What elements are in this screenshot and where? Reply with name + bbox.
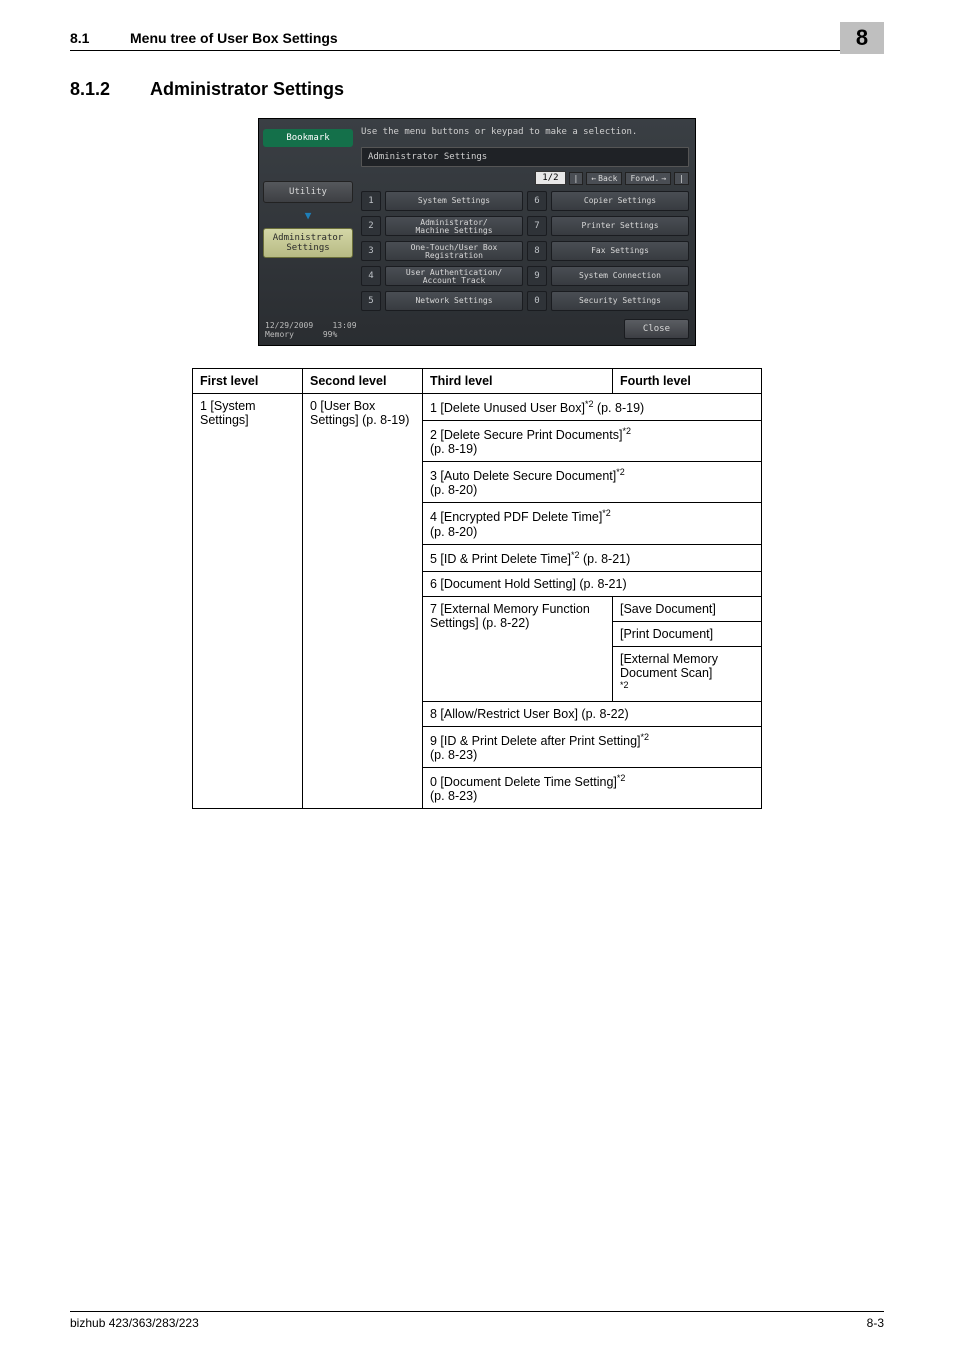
user-auth-account-track-button[interactable]: User Authentication/Account Track: [385, 266, 523, 286]
header-section-title: Menu tree of User Box Settings: [130, 30, 884, 46]
page-indicator: 1/2: [535, 171, 565, 185]
status-area: 12/29/2009 13:09 Memory 99%: [265, 321, 357, 339]
section-title: Administrator Settings: [150, 79, 344, 100]
hint-text: Use the menu buttons or keypad to make a…: [361, 125, 689, 137]
admin-tab-line1: Administrator: [273, 233, 343, 243]
utility-tab[interactable]: Utility: [263, 181, 353, 203]
system-connection-button[interactable]: System Connection: [551, 266, 689, 286]
printer-settings-button[interactable]: Printer Settings: [551, 216, 689, 236]
option-num-7: 7: [527, 216, 547, 236]
admin-tab-line2: Settings: [286, 243, 329, 253]
right-arrow-icon: →: [661, 174, 666, 183]
bar-icon: |: [574, 174, 579, 183]
footer-page-num: 8-3: [867, 1316, 884, 1330]
row-id-print-delete-after-print: 9 [ID & Print Delete after Print Setting…: [423, 726, 762, 767]
administrator-settings-tab[interactable]: Administrator Settings: [263, 228, 353, 258]
admin-settings-screenshot: Bookmark Utility ▼ Administrator Setting…: [258, 118, 696, 346]
row-external-memory-doc-scan: [External Memory Document Scan]*2: [613, 646, 762, 701]
network-settings-button[interactable]: Network Settings: [385, 291, 523, 311]
fax-settings-button[interactable]: Fax Settings: [551, 241, 689, 261]
status-mem-label: Memory: [265, 330, 294, 339]
page-footer: bizhub 423/363/283/223 8-3: [70, 1311, 884, 1330]
col-fourth-level: Fourth level: [613, 369, 762, 394]
page-last-button[interactable]: |: [674, 172, 689, 185]
section-heading: 8.1.2 Administrator Settings: [70, 79, 884, 100]
chapter-badge: 8: [840, 22, 884, 54]
option-num-1: 1: [361, 191, 381, 211]
status-time: 13:09: [332, 321, 356, 330]
col-second-level: Second level: [303, 369, 423, 394]
running-header: 8.1 Menu tree of User Box Settings: [70, 30, 884, 51]
one-touch-user-box-button[interactable]: One-Touch/User BoxRegistration: [385, 241, 523, 261]
col-third-level: Third level: [423, 369, 613, 394]
row-id-print-delete-time: 5 [ID & Print Delete Time]*2 (p. 8-21): [423, 544, 762, 571]
security-settings-button[interactable]: Security Settings: [551, 291, 689, 311]
page-first-button[interactable]: |: [569, 172, 584, 185]
section-num: 8.1.2: [70, 79, 150, 100]
page-back-button[interactable]: ←Back: [586, 172, 622, 185]
second-level-cell: 0 [User Box Settings] (p. 8-19): [303, 394, 423, 809]
option-num-2: 2: [361, 216, 381, 236]
first-level-cell: 1 [System Settings]: [193, 394, 303, 809]
option-num-9: 9: [527, 266, 547, 286]
row-delete-secure-print-docs: 2 [Delete Secure Print Documents]*2(p. 8…: [423, 421, 762, 462]
bar-icon: |: [679, 174, 684, 183]
row-print-document: [Print Document]: [613, 621, 762, 646]
row-save-document: [Save Document]: [613, 596, 762, 621]
panel-title: Administrator Settings: [361, 147, 689, 167]
admin-machine-settings-button[interactable]: Administrator/Machine Settings: [385, 216, 523, 236]
row-auto-delete-secure-doc: 3 [Auto Delete Secure Document]*2(p. 8-2…: [423, 462, 762, 503]
col-first-level: First level: [193, 369, 303, 394]
row-document-hold-setting: 6 [Document Hold Setting] (p. 8-21): [423, 571, 762, 596]
menu-tree-table: First level Second level Third level Fou…: [192, 368, 762, 809]
close-button[interactable]: Close: [624, 319, 689, 339]
row-external-memory-function: 7 [External Memory Function Settings] (p…: [423, 596, 613, 701]
left-arrow-icon: ←: [591, 174, 596, 183]
copier-settings-button[interactable]: Copier Settings: [551, 191, 689, 211]
page-forward-button[interactable]: Forwd.→: [625, 172, 671, 185]
row-delete-unused-user-box: 1 [Delete Unused User Box]*2 (p. 8-19): [423, 394, 762, 421]
row-encrypted-pdf-delete-time: 4 [Encrypted PDF Delete Time]*2(p. 8-20): [423, 503, 762, 544]
row-allow-restrict-user-box: 8 [Allow/Restrict User Box] (p. 8-22): [423, 701, 762, 726]
option-num-0: 0: [527, 291, 547, 311]
option-num-5: 5: [361, 291, 381, 311]
down-arrow-icon: ▼: [263, 209, 353, 222]
option-num-6: 6: [527, 191, 547, 211]
forward-label: Forwd.: [630, 174, 659, 183]
bookmark-tab[interactable]: Bookmark: [263, 129, 353, 147]
status-date: 12/29/2009: [265, 321, 313, 330]
option-num-4: 4: [361, 266, 381, 286]
header-section-num: 8.1: [70, 30, 130, 46]
row-document-delete-time-setting: 0 [Document Delete Time Setting]*2(p. 8-…: [423, 768, 762, 809]
option-num-3: 3: [361, 241, 381, 261]
back-label: Back: [598, 174, 617, 183]
status-mem-value: 99%: [323, 330, 337, 339]
system-settings-button[interactable]: System Settings: [385, 191, 523, 211]
footer-model: bizhub 423/363/283/223: [70, 1316, 199, 1330]
option-num-8: 8: [527, 241, 547, 261]
